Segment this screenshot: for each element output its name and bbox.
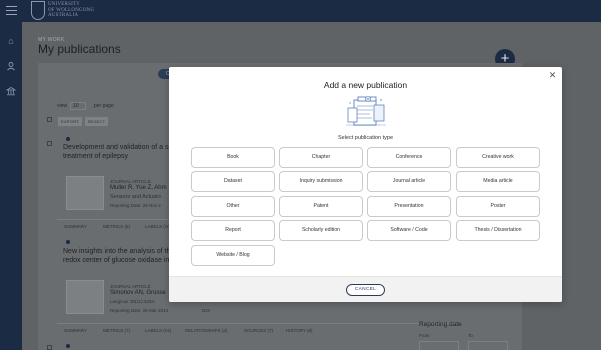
item-checkbox[interactable]	[47, 345, 52, 350]
view-label: view	[57, 103, 68, 109]
type-dataset-button[interactable]: Dataset	[191, 171, 275, 192]
type-scholarly-edition-button[interactable]: Scholarly edition	[279, 220, 363, 241]
crest-icon	[31, 1, 45, 20]
dialog-footer: CANCEL	[169, 276, 562, 302]
tab-summary[interactable]: SUMMARY	[64, 328, 87, 333]
dialog-subtitle: Select publication type	[337, 135, 394, 141]
per-page-label: per page	[94, 103, 114, 109]
publication-authors: Muller R, Yue Z, Ahm	[110, 185, 167, 191]
publication-title[interactable]: New insights into the analysis of the	[63, 248, 174, 256]
type-media-article-button[interactable]: Media article	[456, 171, 540, 192]
publication-illustration-icon	[346, 96, 386, 126]
type-website-blog-button[interactable]: Website / Blog	[191, 245, 275, 266]
select-all-checkbox[interactable]	[47, 117, 52, 122]
tab-sources[interactable]: SOURCES (7)	[244, 328, 273, 333]
sidebar: ⌂	[0, 22, 22, 350]
type-report-button[interactable]: Report	[191, 220, 275, 241]
item-checkbox[interactable]	[47, 141, 52, 146]
reject-button[interactable]: REJECT	[85, 117, 109, 126]
type-inquiry-submission-button[interactable]: Inquiry submission	[279, 171, 363, 192]
from-date-input[interactable]	[419, 341, 459, 350]
reporting-date: Reporting Date: 29 Nov 2	[110, 203, 161, 208]
publication-title-line2[interactable]: treatment of epilepsy	[63, 153, 128, 161]
tab-divider	[57, 323, 457, 324]
bank-icon[interactable]	[5, 86, 17, 96]
person-icon[interactable]	[6, 61, 16, 71]
tab-metrics[interactable]: METRICS (7)	[103, 328, 130, 333]
publication-thumbnail	[66, 280, 104, 314]
close-icon[interactable]: ✕	[548, 71, 557, 80]
publication-authors: Simonov AN, Grosse	[110, 290, 166, 296]
type-presentation-button[interactable]: Presentation	[367, 196, 451, 217]
reporting-date: Reporting Date: 25 Mar 2014	[110, 308, 169, 313]
top-bar: UNIVERSITY OF WOLLONGONG AUSTRALIA	[0, 0, 601, 22]
publication-title-line2[interactable]: redox center of glucose oxidase imm	[63, 257, 177, 265]
publication-thumbnail	[66, 176, 104, 210]
type-software-code-button[interactable]: Software / Code	[367, 220, 451, 241]
type-chapter-button[interactable]: Chapter	[279, 147, 363, 168]
home-icon[interactable]: ⌂	[6, 36, 16, 46]
tab-labels[interactable]: LABELS (10)	[145, 224, 171, 229]
to-label: To	[468, 333, 473, 338]
per-page-select[interactable]: 10	[70, 102, 86, 110]
status-dot	[66, 137, 70, 141]
page-title: My publications	[38, 42, 121, 56]
cancel-button[interactable]: CANCEL	[346, 284, 385, 296]
tab-metrics[interactable]: METRICS (6)	[103, 224, 130, 229]
logo-text: UNIVERSITY OF WOLLONGONG AUSTRALIA	[48, 2, 95, 19]
reporting-date-filter-title: Reporting date	[419, 321, 462, 328]
type-other-button[interactable]: Other	[191, 196, 275, 217]
tab-relationships[interactable]: RELATIONSHIPS (4)	[185, 328, 227, 333]
type-thesis-dissertation-button[interactable]: Thesis / Dissertation	[456, 220, 540, 241]
type-patent-button[interactable]: Patent	[279, 196, 363, 217]
to-date-input[interactable]	[468, 341, 508, 350]
type-creative-work-button[interactable]: Creative work	[456, 147, 540, 168]
publication-source: Sensors and Actuato	[110, 194, 161, 200]
from-label: From	[419, 333, 430, 338]
publication-source: Langmuir 30(11):3264-	[110, 299, 156, 304]
tab-summary[interactable]: SUMMARY	[64, 224, 87, 229]
type-conference-button[interactable]: Conference	[367, 147, 451, 168]
university-logo[interactable]: UNIVERSITY OF WOLLONGONG AUSTRALIA	[31, 1, 94, 20]
dialog-title: Add a new publication	[323, 80, 408, 90]
tab-history[interactable]: HISTORY (8)	[286, 328, 313, 333]
add-publication-dialog: ✕ Add a new publication Select publicati…	[169, 67, 562, 302]
tab-labels[interactable]: LABELS (24)	[145, 328, 171, 333]
status-dot	[66, 344, 70, 348]
type-journal-article-button[interactable]: Journal article	[367, 171, 451, 192]
export-button[interactable]: EXPORT	[58, 117, 83, 126]
type-poster-button[interactable]: Poster	[456, 196, 540, 217]
publication-type: JOURNAL ARTICLE	[110, 284, 151, 289]
publication-title[interactable]: Development and validation of a se	[63, 144, 172, 152]
type-book-button[interactable]: Book	[191, 147, 275, 168]
status-dot	[66, 240, 70, 244]
hamburger-icon[interactable]	[6, 6, 17, 15]
publication-type: JOURNAL ARTICLE	[110, 179, 151, 184]
doi-link[interactable]: DOI	[202, 308, 210, 313]
